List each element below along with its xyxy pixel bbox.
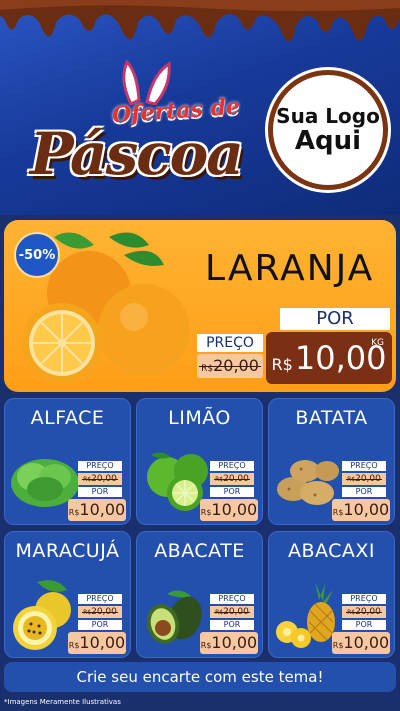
product-card-abacaxi: ABACAXI PREÇO R$20,00 POR R$10,00 <box>268 531 395 658</box>
product-card-limao: LIMÃO PREÇO R$20,00 POR R$10,00 <box>136 398 263 525</box>
old-price-value: 20,00 <box>355 474 381 484</box>
currency-symbol: R$ <box>68 641 80 650</box>
old-price-block: PREÇO R$20,00 <box>197 334 263 380</box>
product-name: BATATA <box>295 407 368 429</box>
new-price-value: 10,00 <box>343 633 390 652</box>
old-price-prefix: R$ <box>347 609 356 616</box>
product-name: ABACAXI <box>287 540 376 562</box>
por-label: POR <box>280 308 390 330</box>
disclaimer: *Imagens Meramente Ilustrativas <box>4 698 121 706</box>
product-name: LIMÃO <box>168 407 231 429</box>
new-price-value: 10,00 <box>79 500 126 519</box>
product-name: MARACUJÁ <box>15 540 120 562</box>
product-card-abacate: ABACATE PREÇO R$20,00 POR R$10,00 <box>136 531 263 658</box>
currency-symbol: R$ <box>332 641 344 650</box>
logo-placeholder: Sua Logo Aqui <box>268 70 388 190</box>
preco-label: PREÇO <box>342 594 386 604</box>
create-flyer-cta[interactable]: Crie seu encarte com este tema! <box>4 662 396 692</box>
preco-label: PREÇO <box>210 594 254 604</box>
currency-symbol: R$ <box>68 508 80 517</box>
new-price: R$10,00 <box>200 499 258 521</box>
header-banner: Ofertas de Páscoa Sua Logo Aqui <box>0 0 400 215</box>
old-price-prefix: R$ <box>83 609 92 616</box>
new-price: R$10,00 <box>68 632 126 654</box>
old-price-prefix: R$ <box>215 609 224 616</box>
product-card-maracuja: MARACUJÁ PREÇO R$20,00 POR R$10,00 <box>4 531 131 658</box>
currency-symbol: R$ <box>271 354 293 374</box>
old-price-value: 20,00 <box>91 607 117 617</box>
new-price-value: 10,00 <box>211 500 258 519</box>
old-price-value: 20,00 <box>91 474 117 484</box>
old-price-value: 20,00 <box>223 607 249 617</box>
por-label: POR <box>342 487 386 497</box>
por-label: POR <box>78 620 122 630</box>
por-label: POR <box>342 620 386 630</box>
product-card-batata: BATATA PREÇO R$20,00 POR R$10,00 <box>268 398 395 525</box>
product-name: ALFACE <box>30 407 105 429</box>
new-price: R$10,00 <box>332 499 390 521</box>
old-price-prefix: R$ <box>201 364 214 374</box>
preco-label: PREÇO <box>342 461 386 471</box>
preco-label: PREÇO <box>78 461 122 471</box>
discount-badge: -50% <box>14 232 60 278</box>
old-price: R$20,00 <box>197 354 263 378</box>
product-name: ABACATE <box>154 540 245 562</box>
new-price-value: 10,00 <box>79 633 126 652</box>
new-price: R$ 10,00 KG <box>266 332 392 384</box>
new-price: R$10,00 <box>68 499 126 521</box>
featured-product-name: LARANJA <box>205 248 375 289</box>
old-price-value: 20,00 <box>355 607 381 617</box>
old-price-prefix: R$ <box>83 476 92 483</box>
por-label: POR <box>78 487 122 497</box>
old-price: R$20,00 <box>342 606 386 618</box>
old-price: R$20,00 <box>210 606 254 618</box>
por-label: POR <box>210 620 254 630</box>
chocolate-drip-icon <box>0 0 400 42</box>
preco-label: PREÇO <box>78 594 122 604</box>
currency-symbol: R$ <box>200 508 212 517</box>
logo-line-1: Sua Logo <box>276 103 380 128</box>
old-price-prefix: R$ <box>215 476 224 483</box>
preco-label: PREÇO <box>197 334 263 352</box>
easter-offers-logo: Ofertas de Páscoa <box>12 60 262 200</box>
preco-label: PREÇO <box>210 461 254 471</box>
old-price: R$20,00 <box>78 606 122 618</box>
old-price-prefix: R$ <box>347 476 356 483</box>
product-card-alface: ALFACE PREÇO R$20,00 POR R$10,00 <box>4 398 131 525</box>
unit-label: KG <box>371 338 384 348</box>
logo-line-2: Aqui <box>294 125 362 156</box>
currency-symbol: R$ <box>200 641 212 650</box>
old-price: R$20,00 <box>342 473 386 485</box>
new-price-value: 10,00 <box>211 633 258 652</box>
pascoa-text: Páscoa <box>30 120 244 188</box>
new-price: R$10,00 <box>200 632 258 654</box>
old-price-value: 20,00 <box>213 356 259 375</box>
new-price: R$10,00 <box>332 632 390 654</box>
old-price: R$20,00 <box>78 473 122 485</box>
por-label: POR <box>210 487 254 497</box>
currency-symbol: R$ <box>332 508 344 517</box>
old-price: R$20,00 <box>210 473 254 485</box>
new-price-value: 10,00 <box>343 500 390 519</box>
old-price-value: 20,00 <box>223 474 249 484</box>
